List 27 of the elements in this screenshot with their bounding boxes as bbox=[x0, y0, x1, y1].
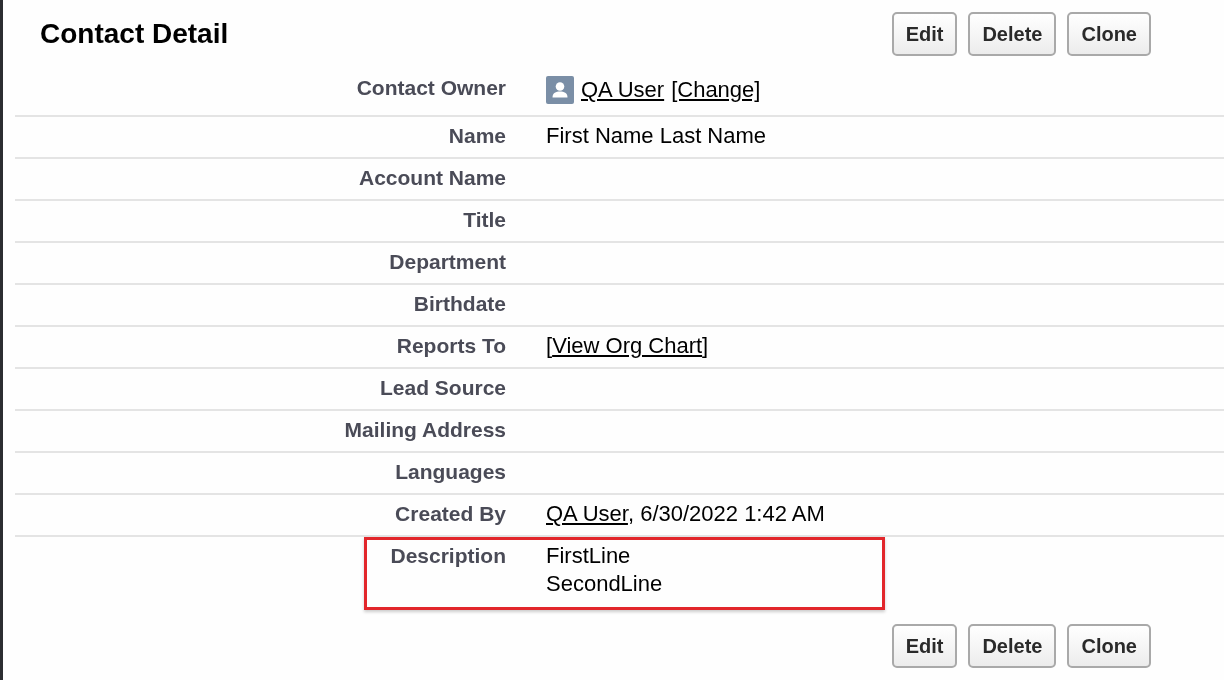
field-label: Contact Owner bbox=[356, 76, 506, 99]
field-value: FirstLine SecondLine bbox=[546, 542, 663, 598]
field-label: Department bbox=[389, 250, 506, 273]
delete-button[interactable]: Delete bbox=[968, 12, 1057, 56]
clone-button[interactable]: Clone bbox=[1067, 12, 1151, 56]
field-label: Mailing Address bbox=[344, 418, 506, 441]
field-label: Lead Source bbox=[379, 376, 506, 399]
user-avatar-icon bbox=[546, 76, 574, 104]
owner-link[interactable]: QA User bbox=[581, 78, 665, 102]
field-value: [View Org Chart] bbox=[546, 333, 709, 358]
change-link[interactable]: [Change] bbox=[671, 78, 761, 102]
field-label: Birthdate bbox=[413, 292, 506, 315]
edit-button[interactable]: Edit bbox=[891, 12, 958, 56]
field-label: Reports To bbox=[396, 334, 506, 357]
field-label: Account Name bbox=[358, 166, 506, 189]
field-label: Languages bbox=[395, 460, 506, 483]
field-link[interactable]: QA User bbox=[546, 501, 628, 526]
field-value: QA User, 6/30/2022 1:42 AM bbox=[546, 501, 825, 526]
delete-button[interactable]: Delete bbox=[968, 624, 1057, 668]
field-label: Created By bbox=[395, 502, 506, 525]
section-title: Contact Detail bbox=[40, 17, 229, 51]
clone-button[interactable]: Clone bbox=[1067, 624, 1151, 668]
field-label: Name bbox=[448, 124, 506, 147]
edit-button[interactable]: Edit bbox=[891, 624, 958, 668]
field-value: First Name Last Name bbox=[546, 122, 767, 150]
field-label: Title bbox=[463, 208, 506, 231]
field-label: Description bbox=[390, 544, 506, 567]
